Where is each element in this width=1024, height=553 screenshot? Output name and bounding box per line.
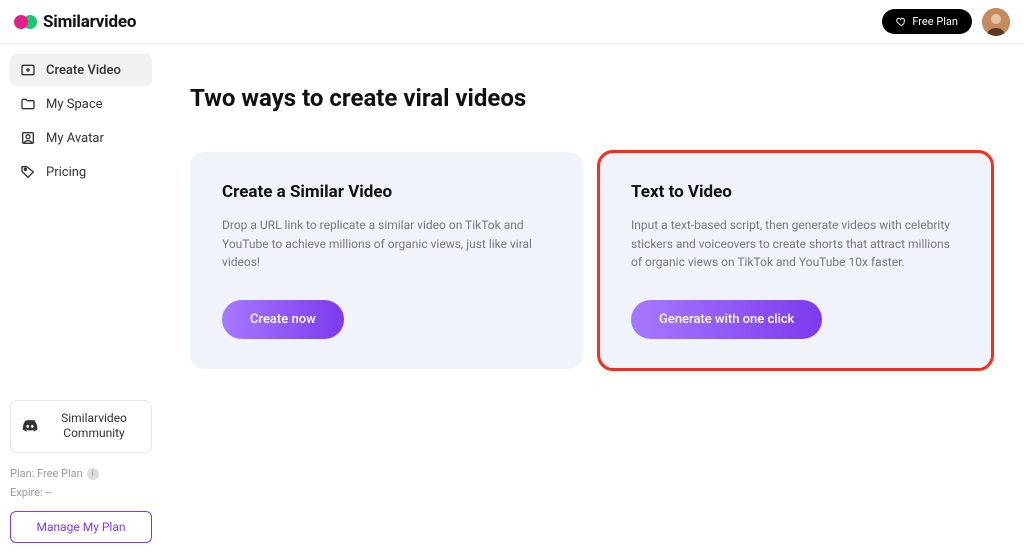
sidebar-item-label: Create Video	[46, 63, 121, 78]
video-plus-icon	[20, 62, 36, 78]
sidebar-item-label: My Avatar	[46, 131, 104, 146]
sidebar: Create Video My Space My Avatar Pricing …	[0, 44, 158, 553]
sidebar-item-pricing[interactable]: Pricing	[10, 156, 152, 188]
avatar-icon	[20, 130, 36, 146]
sidebar-item-label: My Space	[46, 97, 103, 112]
sidebar-item-create-video[interactable]: Create Video	[10, 54, 152, 86]
header-right: Free Plan	[882, 8, 1010, 36]
discord-icon	[21, 419, 39, 433]
folder-icon	[20, 96, 36, 112]
tag-icon	[20, 164, 36, 180]
avatar[interactable]	[982, 8, 1010, 36]
community-label: Similarvideo Community	[47, 411, 141, 442]
sidebar-item-my-space[interactable]: My Space	[10, 88, 152, 120]
card-desc: Drop a URL link to replicate a similar v…	[222, 216, 551, 272]
community-link[interactable]: Similarvideo Community	[10, 400, 152, 453]
top-header: Similarvideo Free Plan	[0, 0, 1024, 44]
sidebar-item-my-avatar[interactable]: My Avatar	[10, 122, 152, 154]
logo-area[interactable]: Similarvideo	[14, 12, 136, 32]
card-desc: Input a text-based script, then generate…	[631, 216, 960, 272]
expire-label: Expire: --	[10, 486, 152, 499]
brand-name: Similarvideo	[43, 12, 136, 32]
generate-one-click-button[interactable]: Generate with one click	[631, 300, 822, 339]
sidebar-item-label: Pricing	[46, 165, 86, 180]
card-title: Text to Video	[631, 182, 960, 202]
cards-row: Create a Similar Video Drop a URL link t…	[190, 152, 992, 369]
manage-plan-button[interactable]: Manage My Plan	[10, 511, 152, 543]
main-content: Two ways to create viral videos Create a…	[158, 44, 1024, 553]
card-text-to-video: Text to Video Input a text-based script,…	[599, 152, 992, 369]
free-plan-button[interactable]: Free Plan	[882, 9, 972, 34]
logo-icon	[14, 15, 37, 29]
card-title: Create a Similar Video	[222, 182, 551, 202]
page-title: Two ways to create viral videos	[190, 84, 992, 112]
heart-icon	[896, 16, 907, 27]
create-now-button[interactable]: Create now	[222, 300, 344, 339]
card-similar-video: Create a Similar Video Drop a URL link t…	[190, 152, 583, 369]
plan-label: Plan: Free Plan i	[10, 467, 152, 480]
info-icon[interactable]: i	[87, 468, 99, 480]
free-plan-label: Free Plan	[912, 15, 958, 28]
